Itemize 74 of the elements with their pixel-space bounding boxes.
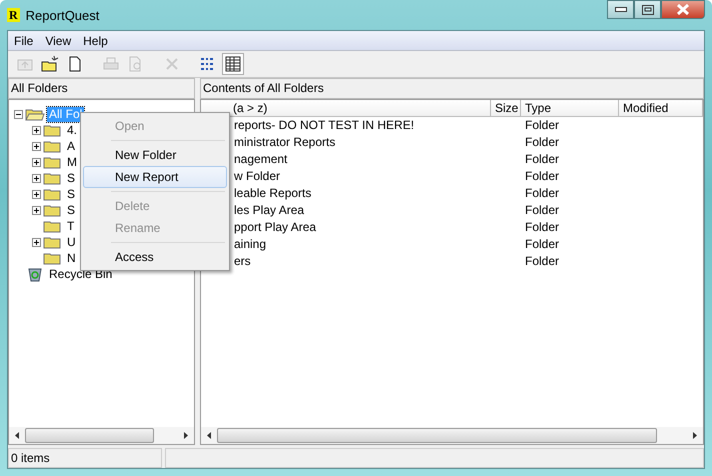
folder-icon	[43, 155, 63, 169]
tree-item[interactable]: S	[65, 186, 78, 202]
type-cell-text: Folder	[524, 134, 560, 151]
context-menu-item[interactable]: Access	[83, 246, 227, 268]
folder-icon	[43, 235, 63, 249]
type-cell-text: Folder	[524, 202, 560, 219]
expand-icon[interactable]	[32, 190, 41, 198]
horizontal-scrollbar[interactable]	[8, 427, 195, 445]
tree-item[interactable]: U	[65, 234, 78, 250]
expand-icon[interactable]	[32, 142, 41, 150]
type-cell-text: Folder	[524, 253, 560, 270]
scroll-left-icon[interactable]	[206, 432, 212, 439]
folder-icon	[43, 219, 63, 233]
pane-header: All Folders	[8, 78, 195, 99]
app-logo: R	[7, 8, 20, 22]
tree-item[interactable]: M	[65, 154, 79, 170]
expand-icon[interactable]	[32, 238, 41, 246]
column-header[interactable]: Size	[491, 100, 521, 117]
scroll-right-icon[interactable]	[183, 432, 189, 439]
minimize-icon	[614, 6, 626, 12]
scroll-left-icon[interactable]	[14, 432, 20, 439]
expand-icon[interactable]	[32, 158, 41, 166]
scroll-right-icon[interactable]	[692, 432, 698, 439]
menu-item[interactable]: Help	[77, 34, 114, 48]
folder-icon	[43, 203, 63, 217]
name-cell-text: aining	[233, 236, 268, 253]
folder-icon	[43, 251, 63, 265]
type-cell-text: Folder	[524, 185, 560, 202]
menu-item[interactable]: File	[8, 34, 40, 48]
maximize-icon	[642, 4, 654, 14]
expand-icon[interactable]	[32, 206, 41, 214]
minimize-button[interactable]	[607, 0, 634, 19]
folder-icon	[43, 171, 63, 185]
tree-item[interactable]: T	[65, 218, 76, 234]
folder-icon	[25, 107, 45, 121]
collapse-icon[interactable]	[14, 110, 23, 118]
context-menu-item[interactable]: New Folder	[83, 144, 227, 166]
column-header[interactable]: Type	[521, 100, 619, 117]
folder-icon	[43, 187, 63, 201]
expand-icon[interactable]	[32, 126, 41, 134]
name-cell-text: les Play Area	[233, 202, 306, 219]
pane-header: Contents of All Folders	[200, 78, 704, 99]
type-cell-text: Folder	[524, 151, 560, 168]
close-icon	[676, 4, 690, 15]
tree-item[interactable]: 4.	[65, 122, 80, 138]
context-menu-item[interactable]: New Report	[83, 166, 227, 188]
details-view-button[interactable]	[222, 53, 244, 75]
horizontal-scrollbar[interactable]	[200, 427, 704, 445]
name-cell-text: reports- DO NOT TEST IN HERE!	[233, 117, 416, 134]
details-view-icon	[224, 55, 242, 73]
new-folder-icon	[41, 55, 59, 73]
column-header[interactable]: Modified	[619, 100, 703, 117]
expand-icon[interactable]	[32, 174, 41, 182]
name-cell-text: ministrator Reports	[233, 134, 336, 151]
tree-item[interactable]: S	[65, 170, 78, 186]
folder-icon	[43, 139, 63, 153]
close-button[interactable]	[661, 0, 705, 19]
type-cell-text: Folder	[524, 117, 560, 134]
tree-item[interactable]: A	[65, 138, 78, 154]
maximize-button[interactable]	[634, 0, 661, 19]
type-cell-text: Folder	[524, 236, 560, 253]
menu-item[interactable]: View	[39, 34, 78, 48]
tree-item[interactable]: N	[65, 250, 78, 266]
status-text: 0 items	[8, 448, 162, 468]
column-header[interactable]: (a > z)	[201, 100, 491, 117]
type-cell-text: Folder	[524, 219, 560, 236]
name-cell-text: w Folder	[233, 168, 282, 185]
name-cell-text: ers	[233, 253, 252, 270]
name-cell-text: pport Play Area	[233, 219, 318, 236]
window-title: ReportQuest	[26, 8, 100, 22]
tree-item[interactable]: S	[65, 202, 78, 218]
name-cell-text: nagement	[233, 151, 288, 168]
name-cell-text: leable Reports	[233, 185, 312, 202]
type-cell-text: Folder	[524, 168, 560, 185]
